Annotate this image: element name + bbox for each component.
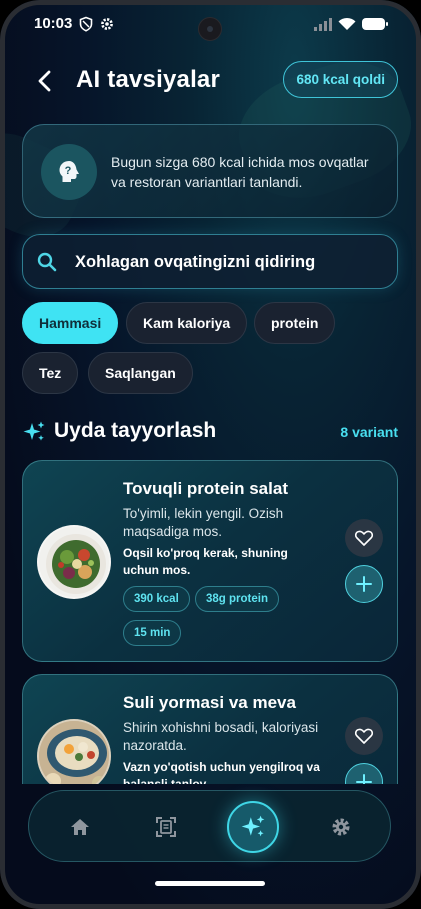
nav-ai-recommendations[interactable] [227, 801, 279, 853]
calories-tag: 390 kcal [123, 586, 190, 612]
page-title: AI tavsiyalar [76, 66, 221, 93]
meal-list[interactable]: Tovuqli protein salat To'yimli, lekin ye… [0, 458, 421, 784]
variant-count: 8 variant [340, 424, 398, 440]
info-icon-container: ? [41, 144, 97, 200]
meal-card[interactable]: Tovuqli protein salat To'yimli, lekin ye… [22, 460, 398, 662]
filter-chip-low-calorie[interactable]: Kam kaloriya [126, 302, 248, 344]
meal-title: Suli yormasi va meva [123, 693, 296, 712]
svg-text:?: ? [65, 165, 72, 177]
heart-icon [354, 530, 374, 546]
battery-icon [362, 18, 388, 30]
wifi-icon [338, 17, 356, 30]
status-time: 10:03 [34, 15, 73, 32]
shield-icon [79, 16, 93, 32]
search-icon [37, 252, 57, 272]
search-bar [22, 234, 398, 289]
salad-bowl-image [46, 534, 106, 594]
heart-icon [354, 728, 374, 744]
home-icon [71, 819, 89, 835]
meal-image [37, 719, 111, 784]
time-tag: 15 min [123, 620, 182, 646]
meal-image [37, 525, 111, 599]
scan-icon [156, 817, 176, 837]
protein-tag: 38g protein [195, 586, 279, 612]
info-text: Bugun sizga 680 kcal ichida mos ovqatlar… [111, 154, 369, 190]
settings-icon [332, 818, 350, 836]
home-indicator[interactable] [155, 881, 265, 886]
favorite-button[interactable] [345, 519, 383, 557]
header: AI tavsiyalar 680 kcal qoldi [0, 58, 421, 104]
signal-icon [314, 18, 332, 31]
section-title: Uyda tayyorlash [54, 419, 217, 442]
meal-reason: Oqsil ko'proq kerak, shuning uchun mos. [123, 546, 288, 577]
meal-card[interactable]: Suli yormasi va meva Shirin xohishni bos… [22, 674, 398, 784]
add-meal-button[interactable] [345, 565, 383, 603]
nav-scan[interactable] [152, 813, 180, 841]
gear-icon [101, 18, 113, 30]
search-input[interactable] [75, 247, 385, 277]
section-header: Uyda tayyorlash 8 variant [22, 416, 398, 448]
oatmeal-fruit-image [39, 721, 109, 784]
meal-title: Tovuqli protein salat [123, 479, 288, 498]
plus-icon [356, 576, 372, 592]
filter-chip-all[interactable]: Hammasi [22, 302, 119, 344]
favorite-button[interactable] [345, 717, 383, 755]
ai-sparkle-icon [241, 815, 265, 837]
filter-chip-protein[interactable]: protein [254, 302, 336, 344]
calories-remaining-badge: 680 kcal qoldi [283, 61, 398, 98]
nav-settings[interactable] [327, 813, 355, 841]
plus-icon [356, 774, 372, 784]
filter-chip-quick[interactable]: Tez [22, 352, 79, 394]
meal-description: Shirin xohishni bosadi, kaloriyasi nazor… [123, 720, 319, 753]
status-bar: 10:03 [0, 6, 421, 41]
meal-description: To'yimli, lekin yengil. Ozish maqsadiga … [123, 506, 284, 539]
add-meal-button[interactable] [345, 763, 383, 784]
bottom-navigation [28, 790, 391, 862]
recommendation-info-card: ? Bugun sizga 680 kcal ichida mos ovqatl… [22, 124, 398, 218]
sparkle-icon [23, 421, 45, 441]
ai-head-question-icon: ? [59, 161, 79, 182]
front-camera [198, 17, 222, 41]
back-arrow-icon[interactable] [30, 66, 60, 96]
filter-chip-saved[interactable]: Saqlangan [88, 352, 193, 394]
phone-screen: 10:03 AI tavsiyalar 680 kcal qoldi ? Bug… [0, 0, 421, 909]
meal-reason: Vazn yo'qotish uchun yengilroq va balans… [123, 760, 320, 784]
nav-home[interactable] [66, 813, 94, 841]
